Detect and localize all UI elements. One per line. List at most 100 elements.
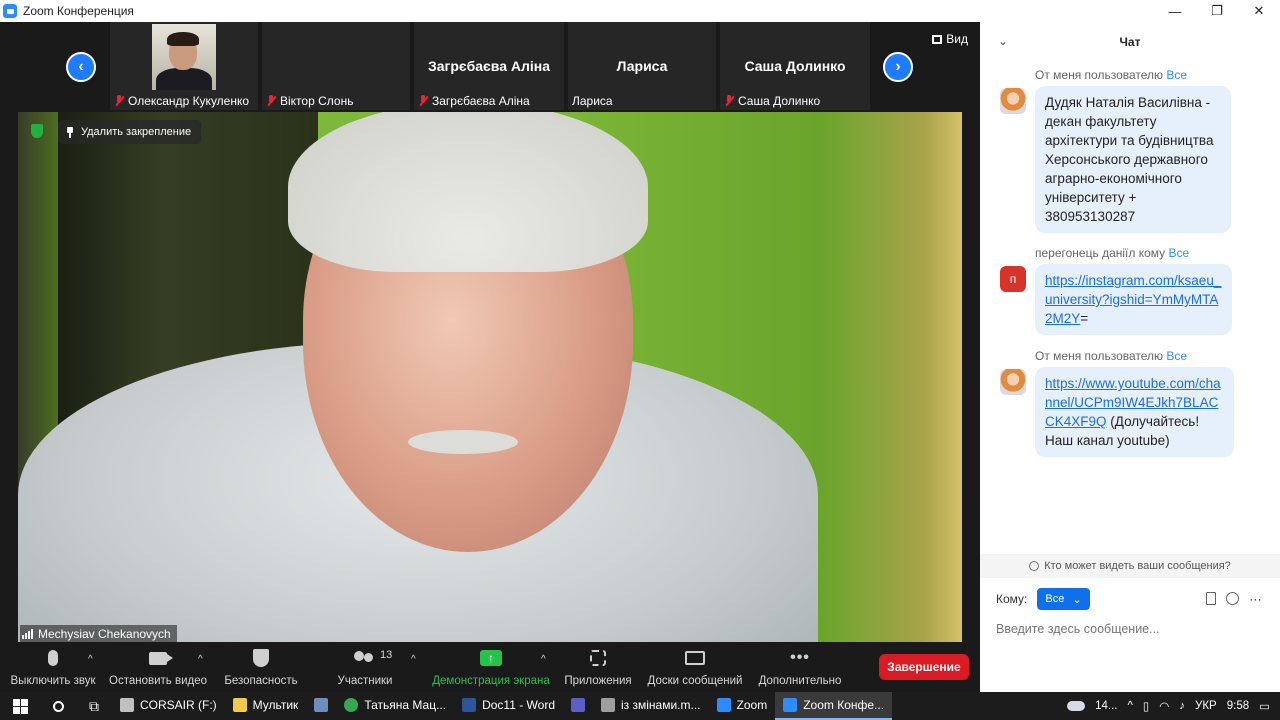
mic-muted-icon bbox=[724, 95, 734, 107]
message-meta: От меня пользователю Все bbox=[1035, 68, 1188, 82]
taskbar-item[interactable]: Doc11 - Word bbox=[454, 692, 563, 720]
mic-muted-icon bbox=[418, 95, 428, 107]
participant-name-display: Загрєбаєва Аліна bbox=[427, 58, 551, 74]
participant-label: Загрєбаєва Аліна bbox=[418, 94, 530, 108]
chat-title: Чат bbox=[1119, 35, 1141, 49]
windows-taskbar: ⧉ CORSAIR (F:) Мультик Татьяна Мац... Do… bbox=[0, 692, 1280, 720]
chevron-up-icon[interactable]: ^ bbox=[1128, 700, 1133, 712]
taskbar-item[interactable] bbox=[306, 692, 336, 720]
participant-strip: ‹ Олександр Кукуленко Віктор Слонь Загрє… bbox=[0, 22, 980, 110]
search-button[interactable] bbox=[40, 692, 76, 720]
message-link[interactable]: https://instagram.com/ksaeu_university?i… bbox=[1045, 273, 1221, 326]
chevron-left-icon: ‹ bbox=[78, 58, 84, 75]
mic-muted-icon bbox=[266, 95, 276, 107]
teams-icon bbox=[571, 698, 585, 712]
more-options-icon[interactable]: ⋯ bbox=[1249, 592, 1262, 608]
participant-tile[interactable]: Олександр Кукуленко bbox=[110, 22, 258, 110]
share-screen-button[interactable]: ↑ Демонстрация экрана bbox=[432, 642, 550, 692]
weather-temperature[interactable]: 14... bbox=[1095, 700, 1117, 712]
view-button[interactable]: Вид bbox=[932, 32, 968, 46]
chevron-right-icon: › bbox=[895, 58, 901, 75]
share-screen-icon: ↑ bbox=[480, 650, 502, 666]
weather-icon[interactable] bbox=[1067, 701, 1086, 711]
share-options-caret[interactable]: ^ bbox=[541, 654, 546, 665]
participant-tile[interactable]: Загрєбаєва Аліна Загрєбаєва Аліна bbox=[414, 22, 564, 110]
search-icon bbox=[52, 700, 64, 712]
participants-button[interactable]: 13 Участники bbox=[336, 642, 394, 692]
chevron-down-icon[interactable]: ⌄ bbox=[998, 34, 1008, 48]
apps-icon bbox=[590, 650, 606, 666]
security-button[interactable]: Безопасность bbox=[224, 642, 298, 692]
volume-icon[interactable]: ♪ bbox=[1179, 700, 1185, 712]
strip-next-button[interactable]: › bbox=[883, 52, 913, 82]
file-icon[interactable] bbox=[1206, 592, 1216, 605]
avatar: п bbox=[1000, 266, 1026, 292]
whiteboards-button[interactable]: Доски сообщений bbox=[645, 642, 745, 692]
task-view-icon: ⧉ bbox=[89, 697, 99, 714]
system-tray: 14... ^ ▯ ◠ ♪ УКР 9:58 ▭ bbox=[1067, 692, 1280, 720]
pin-icon bbox=[66, 126, 74, 138]
active-speaker-video bbox=[18, 112, 962, 642]
document-icon bbox=[601, 698, 615, 712]
strip-prev-button[interactable]: ‹ bbox=[66, 52, 96, 82]
battery-icon[interactable]: ▯ bbox=[1143, 699, 1149, 713]
zoom-app-icon bbox=[3, 4, 17, 18]
end-meeting-button[interactable]: Завершение bbox=[879, 654, 969, 680]
wifi-icon[interactable]: ◠ bbox=[1159, 699, 1169, 713]
encryption-shield-icon[interactable] bbox=[28, 122, 46, 140]
microphone-icon bbox=[48, 650, 58, 666]
taskbar-item[interactable]: Zoom bbox=[709, 692, 776, 720]
taskbar-item[interactable]: Татьяна Мац... bbox=[336, 692, 454, 720]
taskbar-item[interactable]: із змінами.m... bbox=[593, 692, 709, 720]
close-button[interactable]: ✕ bbox=[1238, 0, 1280, 22]
language-indicator[interactable]: УКР bbox=[1195, 700, 1217, 712]
mute-button[interactable]: Выключить звук bbox=[10, 642, 96, 692]
taskbar-item[interactable] bbox=[563, 692, 593, 720]
task-view-button[interactable]: ⧉ bbox=[76, 692, 112, 720]
recipient-select[interactable]: Все ⌄ bbox=[1037, 588, 1090, 610]
windows-logo-icon bbox=[12, 698, 28, 714]
start-button[interactable] bbox=[0, 692, 40, 720]
avatar bbox=[1000, 369, 1026, 395]
more-button[interactable]: ••• Дополнительно bbox=[756, 642, 844, 692]
folder-icon bbox=[232, 698, 247, 712]
chat-header: ⌄ Чат bbox=[980, 22, 1280, 62]
video-options-caret[interactable]: ^ bbox=[198, 654, 203, 665]
minimize-button[interactable]: — bbox=[1154, 0, 1196, 22]
participants-count: 13 bbox=[380, 649, 393, 661]
stop-video-button[interactable]: Остановить видео bbox=[109, 642, 207, 692]
participant-tile[interactable]: Лариса Лариса bbox=[568, 22, 716, 110]
camera-icon bbox=[149, 651, 173, 665]
word-icon bbox=[462, 698, 477, 712]
who-can-see-messages[interactable]: Кто может видеть ваши сообщения? bbox=[980, 554, 1280, 578]
chat-message-input[interactable] bbox=[996, 618, 1264, 640]
chrome-icon bbox=[344, 698, 359, 712]
participant-label: Віктор Слонь bbox=[266, 94, 353, 108]
participant-tile[interactable]: Віктор Слонь bbox=[262, 22, 410, 110]
app-grid-icon bbox=[314, 698, 329, 712]
clock[interactable]: 9:58 bbox=[1227, 700, 1249, 712]
taskbar-item[interactable]: CORSAIR (F:) bbox=[112, 692, 225, 720]
window-title: Zoom Конференция bbox=[23, 4, 134, 18]
participant-label: Олександр Кукуленко bbox=[114, 94, 249, 108]
zoom-icon bbox=[716, 698, 731, 712]
taskbar-item-active[interactable]: Zoom Конфе... bbox=[775, 692, 893, 720]
participants-options-caret[interactable]: ^ bbox=[411, 654, 416, 665]
maximize-button[interactable]: ❐ bbox=[1196, 0, 1238, 22]
notifications-icon[interactable]: ▭ bbox=[1259, 699, 1270, 713]
participant-video-thumbnail bbox=[152, 24, 216, 90]
participant-name-display: Лариса bbox=[616, 58, 668, 74]
apps-button[interactable]: Приложения bbox=[562, 642, 634, 692]
grid-view-icon bbox=[932, 34, 943, 44]
more-dots-icon: ••• bbox=[790, 649, 810, 666]
message-bubble: Дудяк Наталія Василівна - декан факульте… bbox=[1035, 86, 1231, 233]
message-meta: От меня пользователю Все bbox=[1035, 349, 1188, 363]
unpin-button[interactable]: Удалить закрепление bbox=[58, 120, 202, 144]
taskbar-item[interactable]: Мультик bbox=[225, 692, 307, 720]
recipient-row: Кому: Все ⌄ bbox=[996, 588, 1090, 610]
participant-tile[interactable]: Саша Долинко Саша Долинко bbox=[720, 22, 870, 110]
audio-options-caret[interactable]: ^ bbox=[88, 654, 93, 665]
participant-label: Лариса bbox=[572, 94, 613, 108]
signal-strength-icon bbox=[22, 628, 33, 639]
emoji-icon[interactable] bbox=[1226, 592, 1239, 605]
